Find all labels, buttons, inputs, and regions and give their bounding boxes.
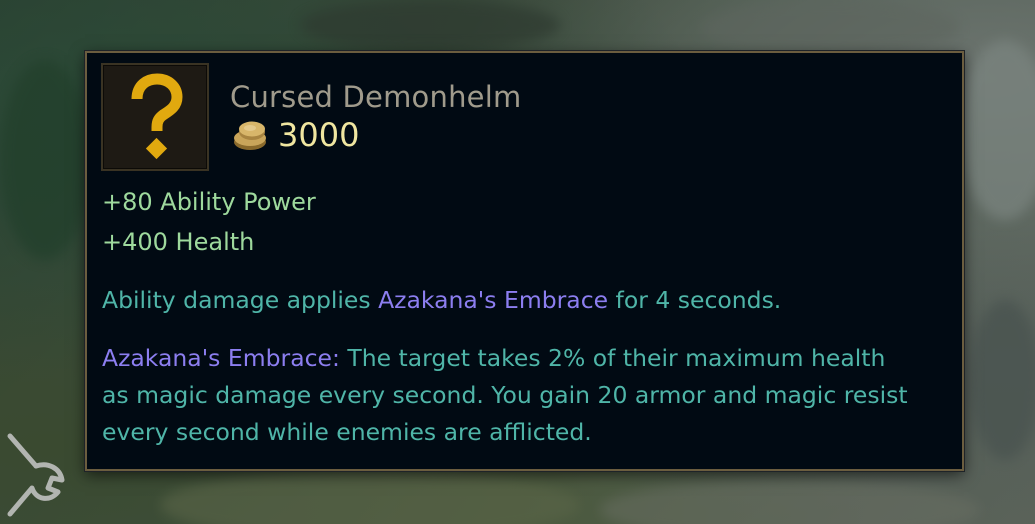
- stat-health: +400 Health: [102, 228, 255, 256]
- effect-line-2: as magic damage every second. You gain 2…: [102, 381, 908, 409]
- effect-line-3: every second while enemies are afflicted…: [102, 418, 592, 446]
- item-name: Cursed Demonhelm: [230, 80, 522, 114]
- passive-keyword: Azakana's Embrace: [378, 286, 609, 314]
- item-icon: [101, 63, 209, 171]
- question-mark-icon: [131, 73, 183, 160]
- game-background: Cursed Demonhelm 3000 +80 Ability Power …: [0, 0, 1035, 524]
- effect-keyword: Azakana's Embrace:: [102, 344, 340, 372]
- wrench-icon[interactable]: [4, 418, 74, 518]
- effect-line-1-text: The target takes 2% of their maximum hea…: [339, 344, 886, 372]
- stat-ability-power: +80 Ability Power: [102, 188, 316, 216]
- passive-prefix: Ability damage applies: [102, 286, 379, 314]
- effect-description: Azakana's Embrace: The target takes 2% o…: [102, 340, 908, 451]
- terrain-top-right: [960, 40, 1035, 220]
- cost-value: 3000: [278, 116, 360, 154]
- passive-description: Ability damage applies Azakana's Embrace…: [102, 282, 781, 319]
- passive-suffix: for 4 seconds.: [608, 286, 782, 314]
- item-tooltip: Cursed Demonhelm 3000 +80 Ability Power …: [85, 51, 964, 471]
- terrain-bottom-right: [600, 480, 980, 524]
- terrain-top-center: [300, 0, 560, 50]
- terrain-top-right-center: [700, 0, 960, 55]
- gold-coins-icon: [234, 121, 266, 150]
- terrain-bottom-left: [160, 470, 580, 524]
- effect-line-1: Azakana's Embrace: The target takes 2% o…: [102, 340, 908, 377]
- foliage-left: [0, 60, 90, 260]
- terrain-right: [970, 300, 1035, 460]
- item-cost: 3000: [230, 115, 359, 155]
